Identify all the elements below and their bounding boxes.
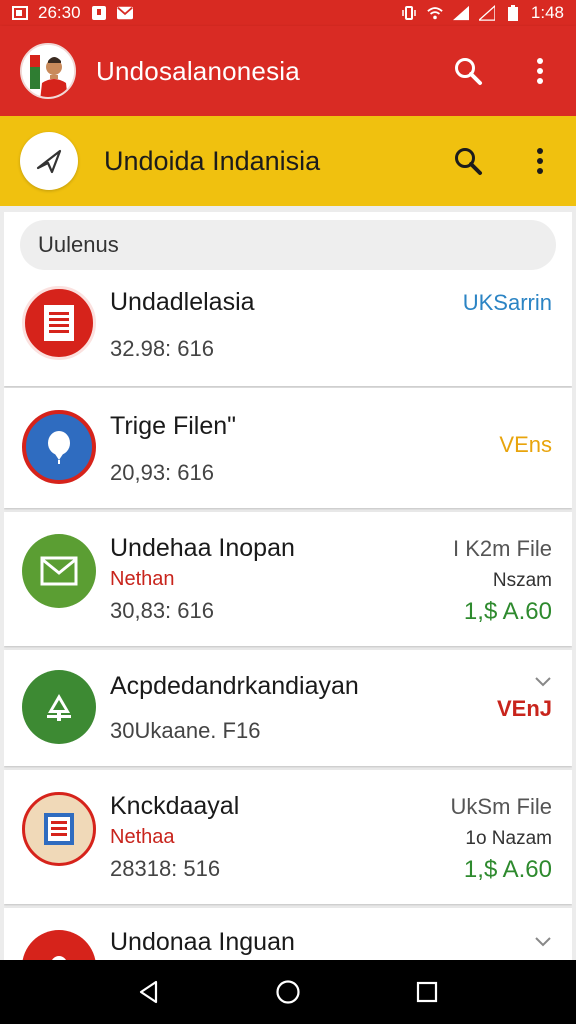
item-title: Trige Filen": [110, 412, 237, 440]
search-button[interactable]: [452, 55, 484, 87]
home-button[interactable]: [268, 972, 308, 1012]
item-title: Acpdedandrkandiayan: [110, 672, 359, 700]
mail-icon: [22, 534, 96, 608]
item-title: Undadlelasia: [110, 288, 255, 316]
list-item[interactable]: Trige Filen" 20,93: 616 VEns: [4, 388, 572, 508]
item-meta: 20,93: 616: [110, 460, 214, 485]
more-vert-icon: [537, 148, 543, 174]
tablet-icon: [22, 792, 96, 866]
item-price: 1,$ A.60: [463, 856, 552, 883]
app-title: Undosalanonesia: [96, 55, 300, 86]
chevron-down-icon[interactable]: [534, 676, 552, 688]
battery-icon: [505, 5, 521, 21]
secondary-search-button[interactable]: [452, 145, 484, 177]
item-subtitle: Nethan: [110, 568, 175, 590]
document-icon: [22, 286, 96, 360]
recents-square-icon: [416, 981, 437, 1003]
app-bar: Undosalanonesia: [0, 26, 576, 116]
search-placeholder: Uulenus: [38, 232, 119, 257]
item-title: Undonaa Inguan: [110, 928, 295, 956]
recents-button[interactable]: [407, 972, 447, 1012]
item-status: UKSarrin: [462, 290, 552, 315]
more-vert-icon: [537, 58, 543, 84]
list-item[interactable]: Undonaa Inguan: [4, 908, 572, 960]
navigation-arrow-icon: [36, 149, 62, 174]
search-input[interactable]: Uulenus: [20, 220, 556, 270]
search-icon: [455, 58, 482, 85]
list-item[interactable]: Uulenus Undadlelasia 32.98: 616 UKSarrin: [4, 212, 572, 386]
item-meta: 32.98: 616: [110, 336, 214, 361]
signal-weak-icon: [478, 5, 495, 21]
list-item[interactable]: Acpdedandrkandiayan 30Ukaane. F16 VEnJ: [4, 650, 572, 766]
search-icon: [455, 148, 482, 175]
wifi-icon: [427, 5, 443, 21]
back-button[interactable]: [129, 972, 169, 1012]
secondary-title: Undoida Indanisia: [104, 145, 321, 176]
secondary-overflow-button[interactable]: [524, 145, 556, 177]
item-file-size: I K2m File: [452, 536, 552, 561]
item-list: Uulenus Undadlelasia 32.98: 616 UKSarrin…: [4, 212, 572, 960]
item-meta: 28318: 516: [110, 856, 221, 881]
balloon-icon: [22, 410, 96, 484]
back-triangle-icon: [140, 980, 158, 1004]
mail-notification-icon: [116, 5, 133, 21]
item-title: Knckdaayal: [110, 792, 240, 820]
item-meta: 30Ukaane. F16: [110, 718, 261, 743]
item-status: VEns: [499, 432, 552, 457]
item-detail: 1o Nazam: [465, 828, 552, 849]
home-circle-icon: [276, 980, 300, 1004]
item-subtitle: Nethaa: [110, 826, 175, 848]
item-detail: Nszam: [492, 570, 552, 591]
chevron-down-icon[interactable]: [534, 936, 552, 948]
item-file-size: UkSm File: [450, 794, 552, 819]
overflow-menu-button[interactable]: [524, 55, 556, 87]
navigation-button[interactable]: [20, 132, 78, 190]
signal-icon: [452, 5, 469, 21]
item-price: 1,$ A.60: [463, 598, 552, 625]
vibrate-icon: [401, 5, 417, 21]
pin-icon: [22, 930, 96, 960]
avatar[interactable]: [20, 43, 76, 99]
list-item[interactable]: Knckdaayal Nethaa 28318: 516 UkSm File 1…: [4, 770, 572, 904]
status-time-right: 1:48: [530, 3, 564, 22]
bag-icon: [91, 5, 107, 21]
item-meta: 30,83: 616: [110, 598, 214, 623]
tree-icon: [22, 670, 96, 744]
status-time-left: 26:30: [38, 3, 81, 22]
item-title: Undehaa Inopan: [110, 534, 295, 562]
list-item[interactable]: Undehaa Inopan Nethan 30,83: 616 I K2m F…: [4, 512, 572, 646]
system-nav-bar: [0, 960, 576, 1024]
screenshot-icon: [12, 5, 28, 21]
item-status: VEnJ: [496, 696, 552, 721]
secondary-bar: Undoida Indanisia: [0, 116, 576, 206]
status-bar: 26:30 1:48: [0, 0, 576, 26]
